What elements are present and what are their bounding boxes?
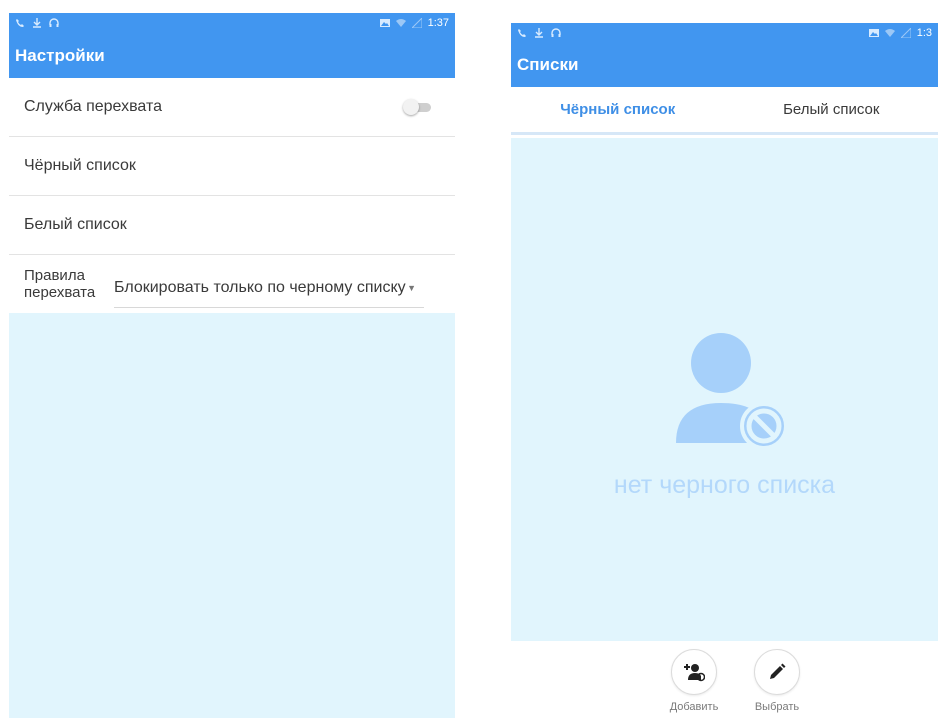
setting-label: Белый список bbox=[24, 216, 127, 233]
gallery-icon bbox=[868, 29, 879, 37]
bottom-actions: Добавить Выбрать bbox=[511, 641, 938, 718]
tab-blacklist[interactable]: Чёрный список bbox=[511, 87, 725, 132]
call-icon bbox=[16, 19, 24, 27]
status-bar: 1:37 bbox=[9, 13, 455, 33]
pencil-icon bbox=[770, 663, 786, 679]
setting-blacklist[interactable]: Чёрный список bbox=[9, 137, 455, 196]
signal-icon bbox=[900, 28, 911, 38]
empty-message: нет черного списка bbox=[613, 471, 836, 499]
status-time: 1:3 bbox=[916, 27, 932, 39]
lists-screen: 1:3 Списки Чёрный список Белый список не… bbox=[511, 23, 938, 718]
download-icon bbox=[33, 18, 41, 28]
setting-intercept-rules: Правила перехвата Блокировать только по … bbox=[9, 255, 455, 313]
person-blocked-icon bbox=[676, 333, 788, 448]
setting-whitelist[interactable]: Белый список bbox=[9, 196, 455, 255]
headset-icon bbox=[49, 18, 59, 27]
list-tabs: Чёрный список Белый список bbox=[511, 87, 938, 132]
add-button[interactable]: Добавить bbox=[659, 649, 729, 713]
add-person-icon bbox=[684, 664, 705, 682]
status-time: 1:37 bbox=[427, 17, 449, 29]
wifi-icon bbox=[395, 19, 406, 27]
toggle-thumb bbox=[403, 99, 419, 115]
rule-label-line1: Правила bbox=[24, 267, 85, 284]
tab-label: Белый список bbox=[783, 101, 880, 118]
dropdown-caret-icon: ▼ bbox=[407, 282, 416, 293]
app-bar: Списки bbox=[511, 43, 938, 87]
tab-indicator bbox=[511, 132, 938, 135]
select-label: Выбрать bbox=[754, 701, 800, 713]
select-button[interactable]: Выбрать bbox=[742, 649, 812, 713]
page-title: Настройки bbox=[15, 45, 105, 65]
empty-area bbox=[9, 313, 455, 718]
rule-dropdown-value: Блокировать только по черному списку bbox=[114, 278, 406, 296]
gallery-icon bbox=[379, 19, 390, 27]
setting-label: Служба перехвата bbox=[24, 98, 163, 115]
intercept-toggle[interactable] bbox=[403, 99, 433, 115]
rule-dropdown[interactable]: Блокировать только по черному списку ▼ bbox=[114, 268, 424, 308]
headset-icon bbox=[551, 28, 561, 37]
status-bar: 1:3 bbox=[511, 23, 938, 43]
rule-label: Правила перехвата bbox=[24, 267, 114, 301]
add-button-circle[interactable] bbox=[671, 649, 717, 695]
settings-list: Служба перехвата Чёрный список Белый спи… bbox=[9, 78, 455, 313]
add-label: Добавить bbox=[669, 701, 719, 713]
call-icon bbox=[518, 29, 526, 37]
select-button-circle[interactable] bbox=[754, 649, 800, 695]
download-icon bbox=[535, 28, 543, 38]
setting-label: Чёрный список bbox=[24, 157, 136, 174]
wifi-icon bbox=[884, 29, 895, 37]
rule-label-line2: перехвата bbox=[24, 284, 96, 301]
settings-screen: 1:37 Настройки Служба перехвата Чёрный с… bbox=[9, 13, 455, 718]
page-title: Списки bbox=[517, 55, 579, 74]
tab-label: Чёрный список bbox=[560, 101, 676, 118]
app-bar: Настройки bbox=[9, 33, 455, 78]
empty-state: нет черного списка bbox=[511, 138, 938, 641]
tab-whitelist[interactable]: Белый список bbox=[725, 87, 938, 132]
setting-intercept-service[interactable]: Служба перехвата bbox=[9, 78, 455, 137]
signal-icon bbox=[411, 18, 422, 28]
